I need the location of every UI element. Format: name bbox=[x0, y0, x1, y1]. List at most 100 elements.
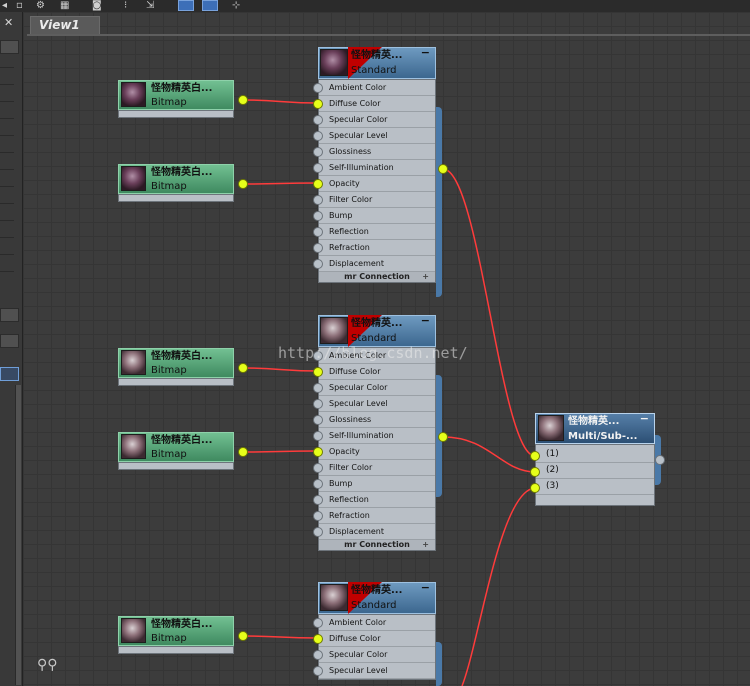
input-socket[interactable] bbox=[313, 131, 323, 141]
expand-icon[interactable]: + bbox=[422, 540, 429, 550]
collapse-icon[interactable]: − bbox=[640, 413, 649, 424]
material-slot[interactable]: Ambient Color bbox=[319, 80, 435, 96]
input-socket[interactable] bbox=[313, 495, 323, 505]
input-socket[interactable] bbox=[313, 447, 323, 457]
material-slot[interactable]: Opacity bbox=[319, 176, 435, 192]
node-footer bbox=[118, 110, 234, 118]
input-socket[interactable] bbox=[313, 511, 323, 521]
mr-connection[interactable]: mr Connection + bbox=[319, 272, 435, 282]
input-socket[interactable] bbox=[313, 147, 323, 157]
material-slot[interactable]: Bump bbox=[319, 208, 435, 224]
wire bbox=[242, 635, 319, 639]
material-slot[interactable]: Diffuse Color bbox=[319, 631, 435, 647]
output-socket[interactable] bbox=[238, 363, 248, 373]
input-socket[interactable] bbox=[313, 99, 323, 109]
input-socket[interactable] bbox=[530, 483, 540, 493]
collapse-icon[interactable]: − bbox=[421, 315, 430, 326]
bitmap-node[interactable]: 怪物精英白... Bitmap bbox=[118, 616, 248, 656]
material-slot[interactable]: Specular Level bbox=[319, 396, 435, 412]
multi-sub-material-node[interactable]: 怪物精英... Multi/Sub-... − (1) (2) (3) bbox=[530, 413, 665, 508]
node-footer bbox=[118, 378, 234, 386]
mr-connection[interactable]: mr Connection + bbox=[319, 540, 435, 550]
material-slot[interactable]: Diffuse Color bbox=[319, 96, 435, 112]
input-socket[interactable] bbox=[313, 227, 323, 237]
material-slot[interactable]: Diffuse Color bbox=[319, 364, 435, 380]
node-type: Bitmap bbox=[151, 365, 187, 376]
material-slot[interactable]: Specular Level bbox=[319, 663, 435, 679]
node-type: Standard bbox=[351, 65, 397, 76]
output-socket[interactable] bbox=[238, 631, 248, 641]
output-socket[interactable] bbox=[238, 179, 248, 189]
input-socket[interactable] bbox=[313, 211, 323, 221]
material-slot[interactable]: Ambient Color bbox=[319, 615, 435, 631]
material-slot[interactable]: Self-Illumination bbox=[319, 160, 435, 176]
input-socket[interactable] bbox=[313, 463, 323, 473]
input-socket[interactable] bbox=[313, 383, 323, 393]
bitmap-thumbnail bbox=[121, 82, 146, 107]
input-socket[interactable] bbox=[530, 467, 540, 477]
material-slot[interactable]: Filter Color bbox=[319, 460, 435, 476]
node-type: Bitmap bbox=[151, 181, 187, 192]
material-slot[interactable]: Specular Color bbox=[319, 380, 435, 396]
output-socket[interactable] bbox=[655, 455, 665, 465]
sub-material-slot[interactable]: (1) bbox=[536, 447, 654, 463]
material-slot[interactable]: Reflection bbox=[319, 224, 435, 240]
slot-list: Ambient Color Diffuse Color Specular Col… bbox=[318, 79, 436, 283]
collapse-icon[interactable]: − bbox=[421, 582, 430, 593]
material-slot[interactable]: Glossiness bbox=[319, 144, 435, 160]
output-socket[interactable] bbox=[438, 432, 448, 442]
node-side-bar bbox=[436, 642, 442, 686]
material-slot[interactable]: Displacement bbox=[319, 256, 435, 272]
material-slot[interactable]: Opacity bbox=[319, 444, 435, 460]
mr-connection-label: mr Connection bbox=[344, 540, 410, 549]
material-slot[interactable]: Specular Color bbox=[319, 112, 435, 128]
input-socket[interactable] bbox=[313, 259, 323, 269]
material-slot[interactable]: Specular Color bbox=[319, 647, 435, 663]
input-socket[interactable] bbox=[313, 243, 323, 253]
input-socket[interactable] bbox=[313, 527, 323, 537]
input-socket[interactable] bbox=[313, 431, 323, 441]
input-socket[interactable] bbox=[313, 179, 323, 189]
material-slot[interactable]: Self-Illumination bbox=[319, 428, 435, 444]
material-slot[interactable]: Specular Level bbox=[319, 128, 435, 144]
input-socket[interactable] bbox=[313, 618, 323, 628]
node-footer bbox=[118, 646, 234, 654]
input-socket[interactable] bbox=[313, 650, 323, 660]
wire bbox=[442, 436, 536, 473]
node-type: Standard bbox=[351, 600, 397, 611]
output-socket[interactable] bbox=[238, 95, 248, 105]
bitmap-node[interactable]: 怪物精英白... Bitmap bbox=[118, 348, 248, 388]
material-slot[interactable]: Filter Color bbox=[319, 192, 435, 208]
slot-list: (1) (2) (3) bbox=[535, 444, 655, 506]
input-socket[interactable] bbox=[313, 399, 323, 409]
material-slot[interactable]: Glossiness bbox=[319, 412, 435, 428]
input-socket[interactable] bbox=[313, 83, 323, 93]
input-socket[interactable] bbox=[313, 634, 323, 644]
material-slot[interactable]: Reflection bbox=[319, 492, 435, 508]
output-socket[interactable] bbox=[238, 447, 248, 457]
bitmap-node[interactable]: 怪物精英白... Bitmap bbox=[118, 164, 248, 204]
input-socket[interactable] bbox=[313, 666, 323, 676]
bitmap-node[interactable]: 怪物精英白... Bitmap bbox=[118, 80, 248, 120]
collapse-icon[interactable]: − bbox=[421, 47, 430, 58]
binoculars-icon[interactable]: ⚲⚲ bbox=[37, 657, 58, 673]
input-socket[interactable] bbox=[313, 367, 323, 377]
material-slot[interactable]: Bump bbox=[319, 476, 435, 492]
input-socket[interactable] bbox=[313, 163, 323, 173]
material-slot[interactable]: Refraction bbox=[319, 240, 435, 256]
material-slot[interactable]: Refraction bbox=[319, 508, 435, 524]
input-socket[interactable] bbox=[313, 479, 323, 489]
output-socket[interactable] bbox=[438, 164, 448, 174]
bitmap-node[interactable]: 怪物精英白... Bitmap bbox=[118, 432, 248, 472]
node-title: 怪物精英... bbox=[351, 585, 403, 596]
input-socket[interactable] bbox=[313, 195, 323, 205]
node-footer bbox=[118, 194, 234, 202]
input-socket[interactable] bbox=[530, 451, 540, 461]
material-slot[interactable]: Displacement bbox=[319, 524, 435, 540]
input-socket[interactable] bbox=[313, 415, 323, 425]
input-socket[interactable] bbox=[313, 115, 323, 125]
sub-material-slot[interactable]: (2) bbox=[536, 463, 654, 479]
expand-icon[interactable]: + bbox=[422, 272, 429, 282]
wire bbox=[461, 487, 536, 686]
sub-material-slot[interactable]: (3) bbox=[536, 479, 654, 495]
